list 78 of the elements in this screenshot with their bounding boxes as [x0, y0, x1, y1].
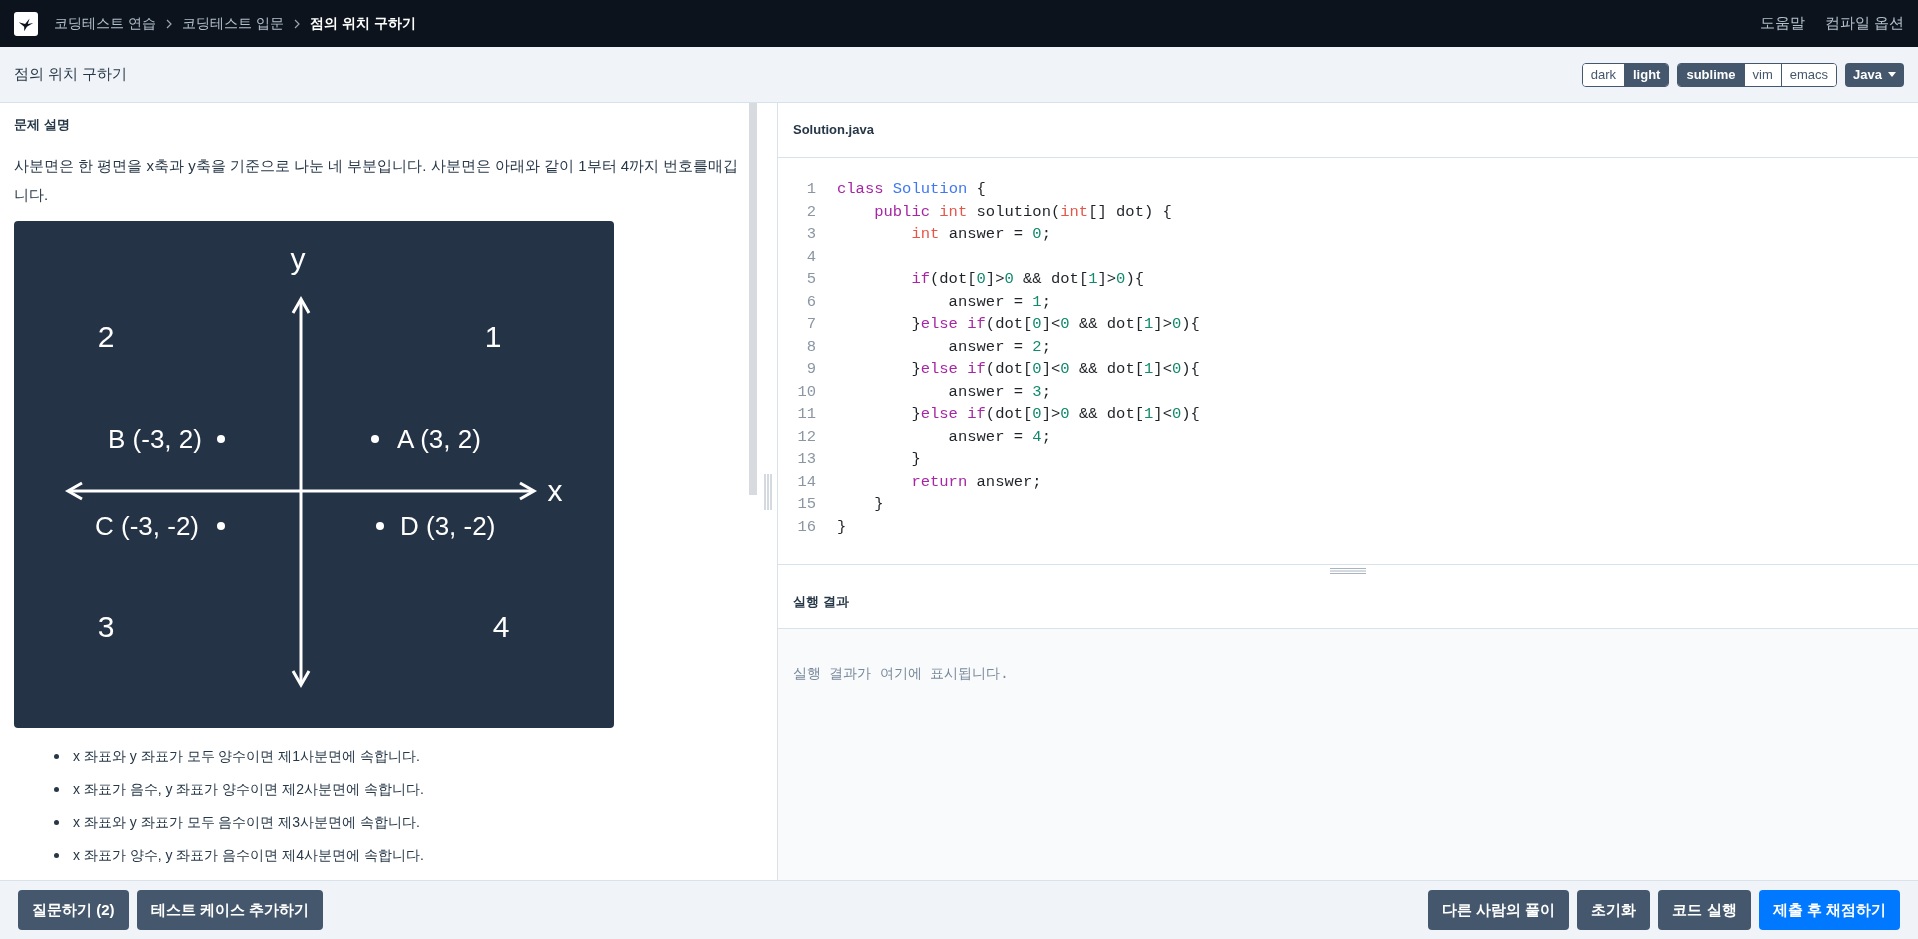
action-button[interactable]: 코드 실행 — [1658, 890, 1751, 930]
point-dot — [376, 521, 384, 530]
action-button[interactable]: 테스트 케이스 추가하기 — [136, 890, 323, 930]
breadcrumb-link[interactable]: 코딩테스트 연습 — [54, 13, 156, 34]
point-dot — [217, 434, 225, 443]
caret-down-icon — [1888, 72, 1896, 77]
code-line: }else if(dot[0]<0 && dot[1]>0){ — [910, 314, 1200, 335]
point-label: C (-3, -2) — [95, 510, 199, 541]
nav-link[interactable]: 도움말 — [1759, 12, 1805, 35]
toggle-option[interactable]: sublime — [1678, 63, 1744, 86]
line-number: 5 — [805, 269, 816, 290]
code-line: answer = 3; — [947, 381, 1051, 403]
code-line: } — [837, 516, 847, 538]
point-label: D (3, -2) — [400, 510, 496, 541]
toggle-option[interactable]: light — [1624, 63, 1669, 86]
problem-title: 점의 위치 구하기 — [14, 64, 128, 85]
code-line: public int solution(int[] dot) { — [873, 201, 1172, 223]
code-line: answer = 4; — [947, 426, 1051, 448]
line-number: 12 — [796, 426, 816, 448]
file-name: Solution.java — [793, 121, 874, 140]
problem-description: 사분면은 한 평면을 x축과 y축을 기준으로 나눈 네 부분입니다. 사분면은 아래와 같이 1부터 4까지 번호를매깁니다. — [14, 155, 740, 205]
line-number: 9 — [805, 359, 816, 380]
section-heading: 문제 설명 — [14, 116, 71, 134]
code-line: int answer = 0; — [910, 224, 1051, 245]
code-line: } — [910, 449, 921, 470]
toggle-option[interactable]: dark — [1582, 63, 1624, 86]
point-label: A (3, 2) — [397, 423, 481, 454]
code-line: answer = 1; — [947, 291, 1051, 313]
logo-icon[interactable] — [14, 11, 38, 36]
drag-grip-icon — [1330, 566, 1366, 575]
point-dot — [371, 434, 379, 443]
bullet-text: x 좌표가 양수, y 좌표가 음수이면 제4사분면에 속합니다. — [73, 845, 424, 865]
quadrant-number: 2 — [97, 319, 115, 353]
line-number: 10 — [796, 381, 816, 403]
code-line: answer = 2; — [947, 336, 1051, 358]
bullet-text: x 좌표와 y 좌표가 모두 양수이면 제1사분면에 속합니다. — [73, 746, 420, 766]
line-number: 11 — [796, 404, 816, 425]
line-number: 2 — [805, 201, 816, 223]
action-button[interactable]: 다른 사람의 풀이 — [1428, 890, 1570, 930]
section-heading: 실행 결과 — [793, 593, 849, 612]
breadcrumb-link[interactable]: 점의 위치 구하기 — [309, 13, 416, 34]
quadrant-number: 1 — [484, 319, 502, 353]
toggle-option[interactable]: vim — [1743, 63, 1781, 86]
bullet-text: x 좌표와 y 좌표가 모두 음수이면 제3사분면에 속합니다. — [73, 812, 420, 832]
line-number: 4 — [805, 246, 816, 268]
action-button[interactable]: 제출 후 채점하기 — [1758, 890, 1900, 930]
code-line: }else if(dot[0]<0 && dot[1]<0){ — [910, 359, 1200, 380]
scrollbar-thumb[interactable] — [749, 103, 757, 495]
line-number: 7 — [805, 314, 816, 335]
quadrant-number: 3 — [97, 609, 115, 643]
drag-grip-icon — [762, 473, 773, 510]
point-label: B (-3, 2) — [108, 423, 202, 454]
action-button[interactable]: 초기화 — [1577, 890, 1651, 930]
line-number: 15 — [796, 494, 816, 515]
quadrant-number: 4 — [492, 609, 510, 643]
line-number: 3 — [805, 224, 816, 245]
language-dropdown[interactable]: Java — [1845, 62, 1904, 87]
point-dot — [217, 521, 225, 530]
bullet-text: x 좌표가 음수, y 좌표가 양수이면 제2사분면에 속합니다. — [73, 779, 424, 799]
breadcrumb-link[interactable]: 코딩테스트 입문 — [181, 13, 284, 34]
line-number: 1 — [805, 179, 816, 200]
line-number: 6 — [805, 291, 816, 313]
line-number: 16 — [796, 516, 816, 538]
code-line: }else if(dot[0]>0 && dot[1]<0){ — [910, 404, 1200, 425]
line-number: 13 — [796, 449, 816, 470]
code-line: class Solution { — [837, 179, 986, 200]
line-number: 14 — [796, 471, 816, 493]
line-number: 8 — [805, 336, 816, 358]
code-line: if(dot[0]>0 && dot[1]>0){ — [910, 269, 1145, 290]
toggle-option[interactable]: emacs — [1780, 63, 1837, 86]
resize-handle[interactable] — [778, 564, 1918, 576]
axis-label: y — [290, 241, 306, 275]
result-message: 실행 결과가 여기에 표시됩니다. — [793, 666, 1009, 682]
nav-link[interactable]: 컴파일 옵션 — [1824, 12, 1904, 35]
code-line: } — [873, 494, 884, 515]
code-line: return answer; — [910, 471, 1042, 493]
action-button[interactable]: 질문하기 (2) — [18, 890, 129, 930]
axis-label: x — [547, 473, 563, 507]
